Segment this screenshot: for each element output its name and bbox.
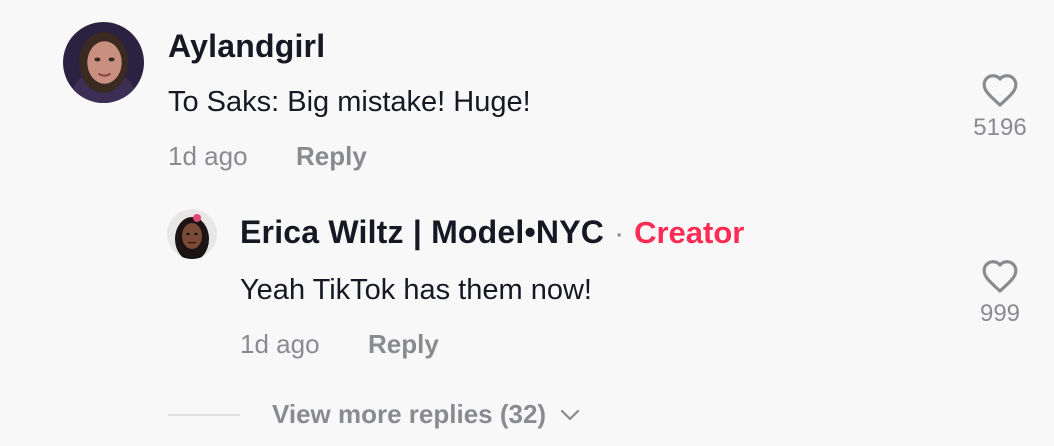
heart-outline-icon [982, 260, 1018, 293]
header-separator: · [614, 217, 625, 250]
reply-to-reply-button[interactable]: Reply [368, 329, 439, 360]
heart-outline-icon [982, 74, 1018, 107]
reply-header: Erica Wiltz | Model•NYC · Creator [240, 214, 744, 251]
like-button[interactable]: 5196 [960, 72, 1040, 142]
chevron-down-icon [560, 409, 580, 420]
creator-badge: Creator [634, 215, 745, 250]
reply-text: Yeah TikTok has them now! [240, 274, 592, 306]
reply-button[interactable]: Reply [296, 141, 367, 172]
replier-avatar[interactable] [167, 209, 217, 259]
comment-text: To Saks: Big mistake! Huge! [168, 86, 531, 118]
reply-like-button[interactable]: 999 [960, 258, 1040, 328]
view-more-replies-label: View more replies (32) [272, 399, 547, 429]
commenter-username[interactable]: Aylandgirl [168, 28, 325, 65]
replier-username[interactable]: Erica Wiltz | Model•NYC [240, 214, 604, 251]
like-count: 5196 [973, 114, 1027, 141]
reply-timestamp: 1d ago [240, 329, 320, 359]
replies-divider [168, 414, 240, 416]
comment-timestamp: 1d ago [168, 141, 248, 171]
view-more-replies-button[interactable]: View more replies (32) [272, 399, 580, 430]
commenter-avatar[interactable] [63, 22, 144, 103]
reply-like-count: 999 [979, 300, 1021, 327]
